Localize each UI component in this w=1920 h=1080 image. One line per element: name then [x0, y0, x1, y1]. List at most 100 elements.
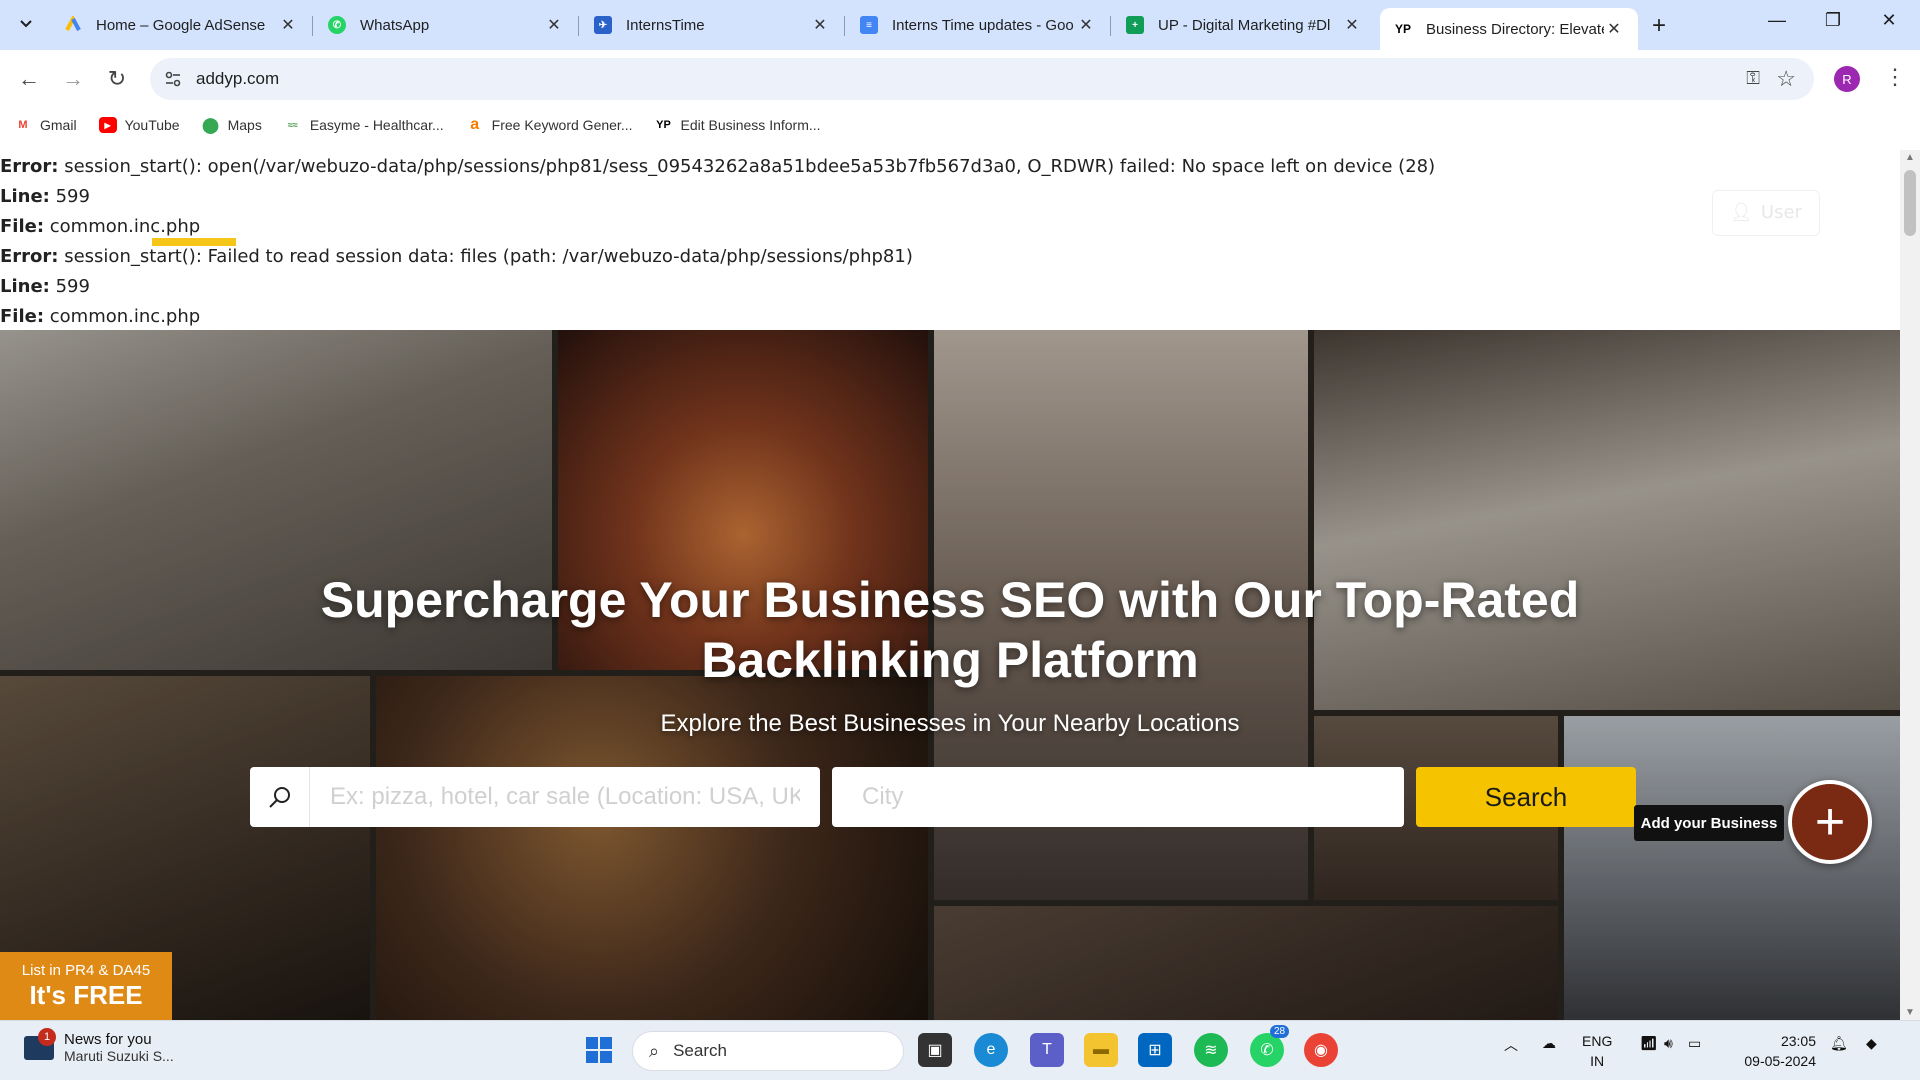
close-icon[interactable]: ✕	[278, 15, 298, 35]
onedrive-icon[interactable]: ☁	[1542, 1035, 1556, 1052]
add-business-label[interactable]: Add your Business	[1634, 805, 1784, 841]
scroll-up-icon[interactable]: ▲	[1905, 152, 1915, 163]
microsoft-store-icon[interactable]: ⊞	[1138, 1033, 1172, 1067]
tab-google-docs[interactable]: ≡ Interns Time updates - Goo ✕	[846, 8, 1110, 42]
google-docs-icon: ≡	[860, 16, 878, 34]
teams-icon[interactable]: T	[1030, 1033, 1064, 1067]
notification-bell-icon[interactable]: 🔔︎	[1830, 1035, 1848, 1052]
scrollbar-thumb[interactable]	[1904, 170, 1916, 236]
browser-tab-strip: Home – Google AdSense ✕ ✆ WhatsApp ✕ ✈ I…	[0, 0, 1920, 50]
hero-subtitle: Explore the Best Businesses in Your Near…	[660, 710, 1240, 737]
error-line: File: common.inc.php	[0, 216, 201, 237]
file-explorer-icon[interactable]: ▬	[1084, 1033, 1118, 1067]
tab-business-directory[interactable]: YP Business Directory: Elevate ✕	[1380, 8, 1638, 50]
gmail-icon: M	[18, 119, 28, 131]
tab-internstime[interactable]: ✈ InternsTime ✕	[580, 8, 844, 42]
city-input[interactable]	[832, 767, 1404, 827]
chrome-icon[interactable]: ◉	[1304, 1033, 1338, 1067]
bookmark-star-icon[interactable]: ☆	[1776, 66, 1796, 92]
tab-separator	[578, 16, 579, 36]
browser-menu-icon[interactable]: ⋮	[1884, 64, 1906, 90]
system-clock[interactable]: 23:05 09-05-2024	[1700, 1031, 1816, 1071]
language-indicator[interactable]: ENG IN	[1582, 1031, 1612, 1071]
search-button[interactable]: Search	[1416, 767, 1636, 827]
bookmark-gmail[interactable]: M Gmail	[14, 117, 77, 133]
error-line: Error: session_start(): Failed to read s…	[0, 246, 913, 267]
reload-icon[interactable]: ↻	[102, 64, 132, 94]
tray-overflow-icon[interactable]: ︿	[1504, 1035, 1518, 1055]
yp-icon: YP	[1394, 22, 1411, 36]
keyword-search-box	[250, 767, 820, 827]
web-page: Error: session_start(): open(/var/webuzo…	[0, 150, 1900, 1020]
bookmark-maps[interactable]: ⬤ Maps	[202, 117, 262, 134]
php-error-output: Error: session_start(): open(/var/webuzo…	[0, 150, 1900, 330]
windows-start-icon[interactable]	[582, 1033, 616, 1067]
restore-icon[interactable]: ❐	[1818, 10, 1848, 31]
task-view-icon[interactable]: ▣	[918, 1033, 952, 1067]
bookmark-easyme[interactable]: ≈≈ Easyme - Healthcar...	[284, 117, 444, 133]
close-icon[interactable]: ✕	[1342, 15, 1362, 35]
search-icon: ⌕	[649, 1040, 660, 1061]
screen: Home – Google AdSense ✕ ✆ WhatsApp ✕ ✈ I…	[0, 0, 1920, 1080]
page-scrollbar[interactable]: ▲ ▼	[1900, 150, 1920, 1020]
edge-icon[interactable]: e	[974, 1033, 1008, 1067]
back-icon[interactable]: ←	[14, 64, 44, 94]
tab-separator	[844, 16, 845, 36]
add-business-button[interactable]: +	[1788, 780, 1872, 864]
hero-title: Supercharge Your Business SEO with Our T…	[320, 572, 1580, 688]
tab-whatsapp[interactable]: ✆ WhatsApp ✕	[314, 8, 578, 42]
new-tab-icon[interactable]: +	[1652, 12, 1666, 40]
free-listing-promo[interactable]: List in PR4 & DA45 It's FREE	[0, 952, 172, 1020]
address-bar[interactable]: addyp.com ⚿ ☆	[150, 58, 1814, 100]
youtube-icon: ▶	[98, 117, 117, 133]
window-close-icon[interactable]: ✕	[1874, 10, 1904, 31]
close-icon[interactable]: ✕	[1076, 15, 1096, 35]
promo-line-1: List in PR4 & DA45	[21, 962, 151, 979]
spotify-icon[interactable]: ≋	[1194, 1033, 1228, 1067]
news-title: News for you	[64, 1031, 152, 1048]
tab-title: Interns Time updates - Goo	[892, 16, 1074, 34]
bookmark-edit-business[interactable]: YP Edit Business Inform...	[654, 117, 820, 133]
tab-google-sheets[interactable]: + UP - Digital Marketing #Dl ✕	[1112, 8, 1376, 42]
tab-separator	[312, 16, 313, 36]
error-line: Line: 599	[0, 186, 90, 207]
scroll-down-icon[interactable]: ▼	[1905, 1007, 1915, 1018]
forward-icon[interactable]: →	[58, 64, 88, 94]
user-login-button[interactable]: 👤︎ User	[1712, 190, 1820, 236]
hero-banner: Supercharge Your Business SEO with Our T…	[0, 330, 1900, 1020]
user-icon: 👤︎	[1730, 202, 1753, 223]
profile-avatar[interactable]: R	[1834, 66, 1860, 92]
tab-adsense[interactable]: Home – Google AdSense ✕	[50, 8, 312, 42]
search-icon	[250, 767, 310, 827]
bookmark-label: Free Keyword Gener...	[491, 117, 633, 133]
bookmark-label: Easyme - Healthcar...	[309, 117, 444, 133]
yp-icon: YP	[656, 119, 671, 131]
bookmark-label: Edit Business Inform...	[680, 117, 821, 133]
tab-title: WhatsApp	[360, 16, 430, 34]
tab-search-chevron-icon[interactable]	[12, 10, 40, 38]
highlight-underline	[152, 238, 236, 246]
bookmark-keyword-generator[interactable]: a Free Keyword Gener...	[466, 116, 633, 133]
wifi-icon[interactable]: 📶︎	[1640, 1035, 1658, 1052]
close-icon[interactable]: ✕	[544, 15, 564, 35]
tab-title: InternsTime	[626, 16, 705, 34]
password-key-icon[interactable]: ⚿	[1746, 68, 1760, 89]
taskbar-search[interactable]: ⌕ Search	[632, 1031, 904, 1071]
copilot-icon[interactable]: ◆	[1866, 1035, 1877, 1052]
site-settings-icon[interactable]	[164, 70, 182, 88]
windows-taskbar: 1 News for you Maruti Suzuki S... ⌕ Sear…	[0, 1020, 1920, 1080]
close-icon[interactable]: ✕	[810, 15, 830, 35]
bookmark-youtube[interactable]: ▶ YouTube	[98, 117, 180, 133]
news-subtitle: Maruti Suzuki S...	[64, 1048, 174, 1064]
promo-line-2: It's FREE	[29, 980, 143, 1010]
error-line: Error: session_start(): open(/var/webuzo…	[0, 156, 1436, 177]
tab-title: Home – Google AdSense	[96, 16, 266, 34]
close-icon[interactable]: ✕	[1604, 19, 1624, 39]
volume-icon[interactable]: 🔊︎	[1664, 1035, 1673, 1052]
minimize-icon[interactable]: —	[1762, 10, 1792, 31]
bookmark-label: Gmail	[40, 117, 77, 133]
whatsapp-icon[interactable]: ✆ 28	[1250, 1025, 1290, 1067]
keyword-search-input[interactable]	[310, 768, 800, 826]
news-widget[interactable]: 1 News for you Maruti Suzuki S...	[24, 1027, 174, 1064]
keyword-tool-icon: a	[470, 116, 480, 133]
